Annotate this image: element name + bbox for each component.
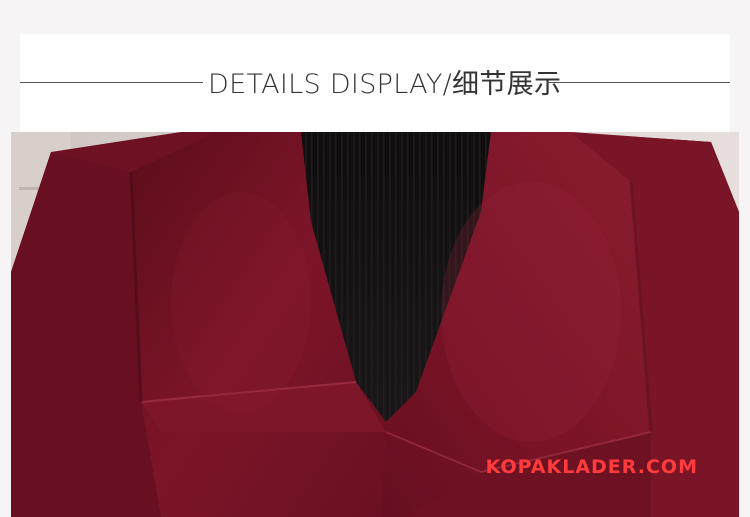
right-divider bbox=[547, 82, 730, 83]
watermark-text: KOPAKLADER.COM bbox=[485, 456, 698, 478]
left-divider bbox=[20, 82, 203, 83]
section-title: DETAILS DISPLAY/细节展示 bbox=[208, 69, 562, 100]
header-section: DETAILS DISPLAY/细节展示 bbox=[0, 0, 750, 132]
